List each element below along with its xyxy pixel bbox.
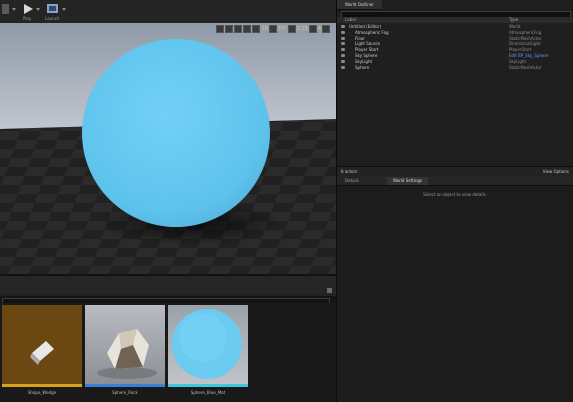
asset-thumbnail [85,305,165,384]
asset-label: Shape_Wedge [27,390,57,395]
level-viewport[interactable]: 10 10° 0.25 4 [0,23,336,274]
tab-world-outliner[interactable]: World Outliner [337,0,382,10]
camera-speed-icon[interactable] [308,25,317,33]
asset-tile[interactable]: Shape_Wedge [2,305,82,395]
asset-thumbnail [2,305,82,384]
col-label[interactable]: Label [345,17,356,23]
rock-icon [97,329,157,379]
asset-label: Sphere_Rock [112,390,138,395]
asset-tile[interactable]: Sphere_Blue_Mat [168,305,248,395]
view-options-button[interactable]: View Options [543,167,569,177]
details-hint: Select an object to view details. [423,192,487,197]
viewport-toolbar: 10 10° 0.25 4 [216,25,330,33]
lock-icon[interactable] [327,288,332,293]
details-panel: Details World Settings Select an object … [337,177,573,402]
visibility-eye-icon[interactable] [341,54,345,57]
outliner-header: Label Type [337,17,573,23]
sphere-mesh[interactable] [82,39,270,227]
rotation-snap-value[interactable]: 10° [278,25,287,33]
tab-details-label: Details [345,178,359,183]
outliner-row[interactable]: Sphere StaticMeshActor [337,65,573,71]
main-toolbar: Play Launch [0,0,336,24]
viewport-scene [0,23,336,274]
asset-label: Sphere_Blue_Mat [190,390,226,395]
col-type[interactable]: Type [509,17,518,23]
visibility-eye-icon[interactable] [341,48,345,52]
visibility-eye-icon[interactable] [341,65,345,69]
actor-name: Sphere [355,64,370,70]
wedge-icon [30,341,54,365]
scale-snap-icon[interactable] [287,25,296,33]
visibility-eye-icon[interactable] [341,30,345,34]
tab-label: World Outliner [345,2,374,7]
camera-speed-value[interactable]: 4 [318,25,321,33]
maximize-icon[interactable] [322,25,330,33]
asset-type-bar [85,384,165,387]
visibility-eye-icon[interactable] [341,59,345,63]
visibility-eye-icon[interactable] [341,25,345,28]
material-sphere-icon [172,309,242,379]
play-button[interactable]: Play [20,1,42,22]
settings-icon [2,4,16,14]
asset-tile[interactable]: Sphere_Rock [85,305,165,395]
tab-world-settings[interactable]: World Settings [387,177,429,185]
content-browser-assets: Shape_Wedge Sphere_Rock Sphere_Blue_Mat [0,303,336,402]
asset-type-bar [168,384,248,387]
play-label: Play [23,16,32,21]
tab-world-settings-label: World Settings [393,178,423,183]
visibility-eye-icon[interactable] [341,42,345,46]
tab-details[interactable]: Details [339,177,365,185]
scale-icon[interactable] [234,25,243,33]
launch-button[interactable]: Launch [44,1,66,22]
visibility-eye-icon[interactable] [341,36,345,40]
rotation-snap-icon[interactable] [268,25,277,33]
asset-thumbnail [168,305,248,384]
world-icon[interactable] [243,25,252,33]
scale-snap-value[interactable]: 0.25 [297,25,308,33]
translate-icon[interactable] [216,25,225,33]
launch-label: Launch [45,16,60,21]
actor-count: 8 actors [341,169,358,174]
rotate-icon[interactable] [225,25,234,33]
world-outliner: World Outliner Label Type Untitled (Edit… [337,0,573,166]
actor-type: StaticMeshActor [509,64,542,70]
settings-button[interactable] [0,1,22,22]
outliner-status-bar: 8 actors View Options [337,166,573,177]
grid-snap-icon[interactable] [252,25,261,33]
grid-snap-value[interactable]: 10 [261,25,267,33]
content-browser-header [0,275,336,305]
asset-type-bar [2,384,82,387]
